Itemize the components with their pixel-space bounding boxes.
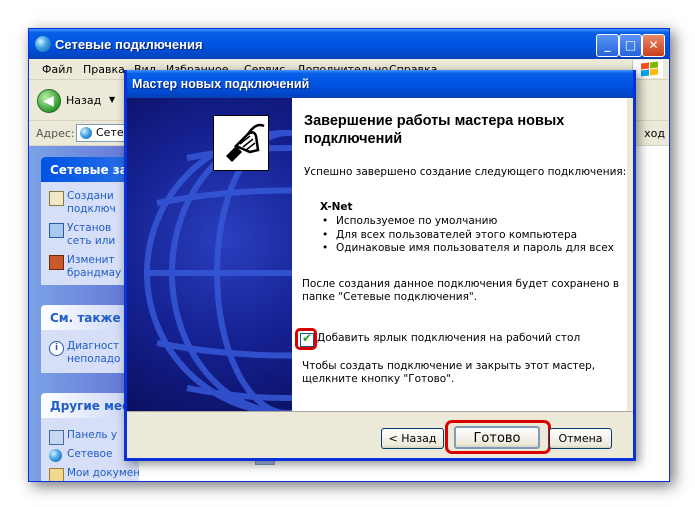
- wizard-title: Мастер новых подключений: [132, 77, 310, 91]
- task-label: подключ: [67, 203, 116, 215]
- wizard-titlebar[interactable]: Мастер новых подключений: [127, 70, 633, 98]
- panel-title: См. также: [50, 311, 121, 325]
- chevron-down-icon[interactable]: ▼: [109, 95, 115, 104]
- menu-edit[interactable]: Правка: [83, 63, 125, 76]
- task-label: Установ: [67, 222, 112, 234]
- address-value: Сете: [96, 126, 124, 139]
- after-creation-text: После создания данное подключения будет …: [302, 278, 620, 303]
- panel-title: Другие мес: [50, 399, 130, 413]
- property-item: Одинаковые имя пользователя и пароль для…: [322, 242, 614, 256]
- task-label: брандмау: [67, 267, 122, 279]
- panel-title: Сетевые за: [50, 163, 128, 177]
- go-button[interactable]: ход: [644, 127, 665, 140]
- back-button[interactable]: < Назад: [381, 428, 444, 449]
- connection-name: X-Net: [320, 201, 353, 213]
- wizard-footer: < Назад Готово Отмена: [127, 411, 633, 458]
- task-label: Диагност: [67, 340, 120, 352]
- task-label: Создани: [67, 190, 114, 202]
- maximize-button[interactable]: □: [619, 34, 642, 57]
- back-arrow-icon: ◀: [37, 89, 61, 113]
- connection-properties: Используемое по умолчанию Для всех польз…: [322, 215, 614, 256]
- back-label: Назад: [66, 94, 102, 107]
- explorer-title: Сетевые подключения: [55, 37, 203, 52]
- control-panel-icon: [49, 430, 64, 445]
- explorer-titlebar[interactable]: Сетевые подключения _ □ ✕: [29, 29, 669, 59]
- info-icon: i: [49, 341, 64, 356]
- desktop-shortcut-option[interactable]: ✔ Добавить ярлык подключения на рабочий …: [292, 328, 612, 350]
- address-label: Адрес:: [36, 127, 75, 140]
- wizard-banner: [127, 98, 292, 411]
- menu-file[interactable]: Файл: [42, 63, 72, 76]
- network-cable-icon: [213, 115, 269, 171]
- network-globe-icon: [80, 127, 92, 139]
- new-connection-wizard: Мастер новых подключений Завершение рабо…: [124, 70, 636, 461]
- place-label: Панель у: [67, 429, 118, 441]
- wizard-heading: Завершение работы мастера новых подключе…: [304, 113, 565, 147]
- network-globe-icon: [49, 449, 62, 462]
- new-connection-icon: [49, 191, 64, 206]
- cancel-button[interactable]: Отмена: [549, 428, 612, 449]
- place-label: Мои документы: [67, 467, 139, 479]
- task-label: Изменит: [67, 254, 115, 266]
- minimize-button[interactable]: _: [596, 34, 619, 57]
- desktop-shortcut-checkbox[interactable]: ✔: [300, 331, 314, 347]
- finish-button[interactable]: Готово: [454, 426, 540, 449]
- network-setup-icon: [49, 223, 64, 238]
- property-item: Для всех пользователей этого компьютера: [322, 229, 614, 243]
- wizard-content: Завершение работы мастера новых подключе…: [292, 98, 627, 411]
- desktop-shortcut-label[interactable]: Добавить ярлык подключения на рабочий ст…: [317, 332, 580, 344]
- task-label: сеть или: [67, 235, 116, 247]
- windows-logo-icon: [632, 60, 663, 78]
- folder-icon: [49, 468, 64, 481]
- place-label: Сетевое: [67, 448, 113, 460]
- task-pane: Сетевые за Создани подключ Установ сеть ил…: [29, 146, 139, 481]
- checkmark-icon: ✔: [302, 331, 313, 345]
- success-text: Успешно завершено создание следующего по…: [304, 166, 627, 178]
- firewall-icon: [49, 255, 64, 270]
- finish-hint-text: Чтобы создать подключение и закрыть этот…: [302, 360, 596, 385]
- network-globe-icon: [35, 36, 51, 52]
- property-item: Используемое по умолчанию: [322, 215, 614, 229]
- close-button[interactable]: ✕: [642, 34, 665, 57]
- task-label: неполадо: [67, 353, 121, 365]
